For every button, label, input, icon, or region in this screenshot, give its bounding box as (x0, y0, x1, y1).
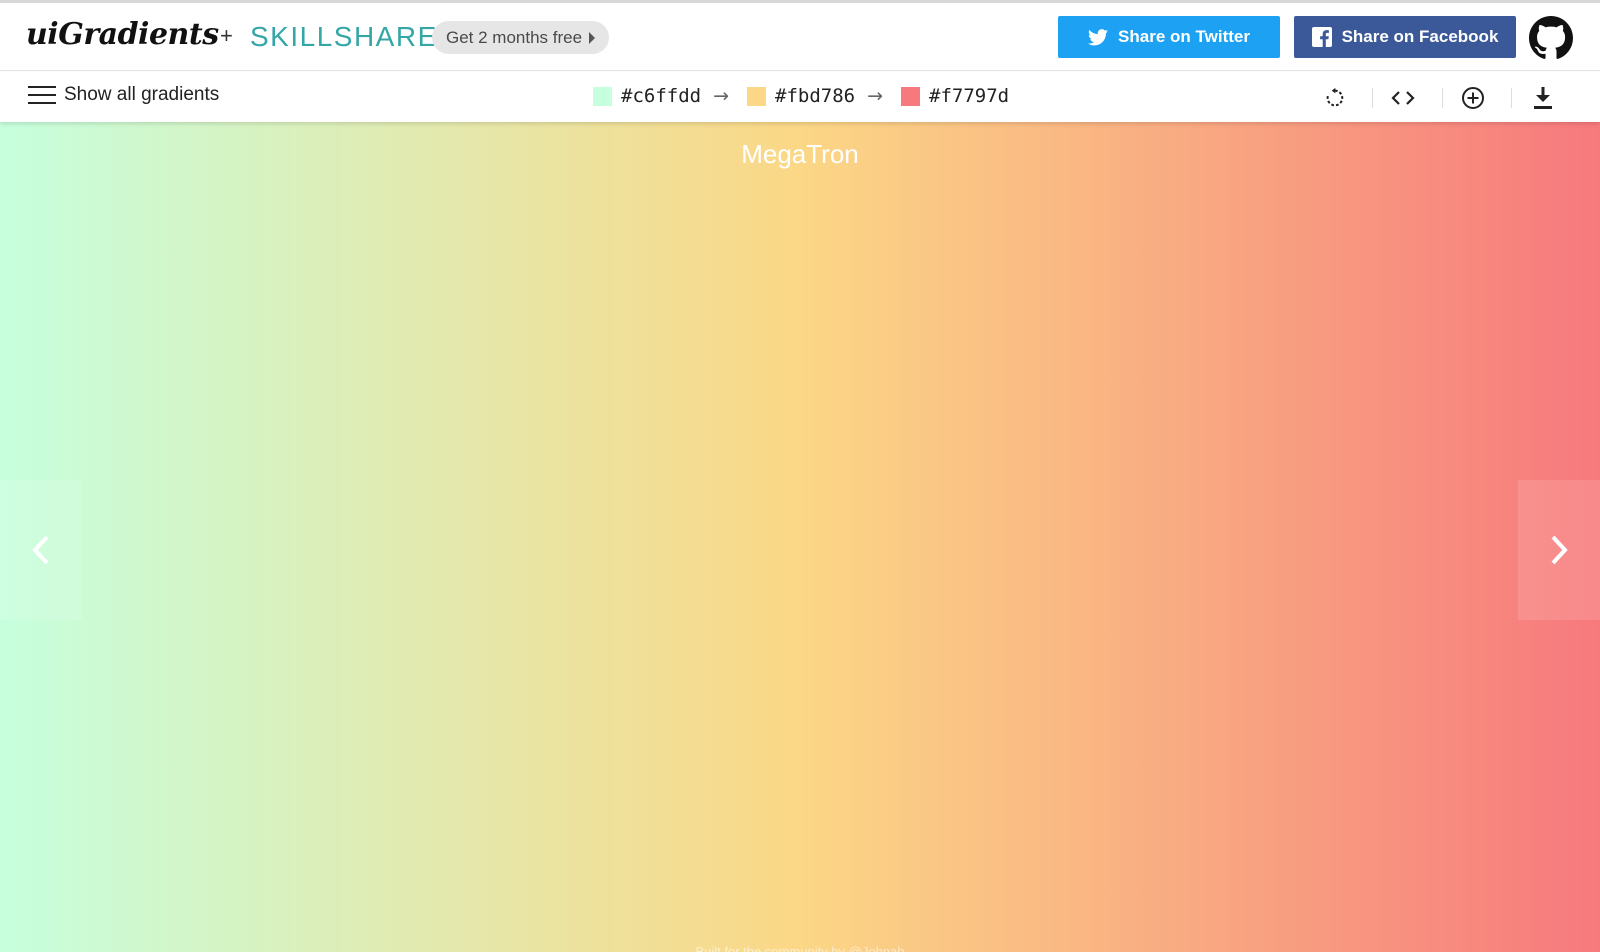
previous-gradient-button[interactable] (0, 480, 82, 620)
gradient-toolbar: Show all gradients #c6ffdd → #fbd786 → #… (0, 72, 1600, 122)
chevron-right-icon (1551, 535, 1568, 565)
plus-sign: + (220, 23, 233, 48)
facebook-icon (1311, 27, 1332, 47)
share-twitter-button[interactable]: Share on Twitter (1058, 16, 1280, 58)
uigradients-logo[interactable]: uiGradients (26, 17, 219, 52)
github-icon[interactable] (1529, 16, 1573, 60)
share-twitter-label: Share on Twitter (1118, 27, 1250, 46)
twitter-icon (1088, 28, 1109, 45)
color-code-3[interactable]: #f7797d (929, 85, 1009, 107)
show-all-gradients-button[interactable]: Show all gradients (28, 84, 219, 106)
rotate-icon (1326, 87, 1344, 107)
arrow-right-icon: → (713, 85, 729, 107)
download-gradient-button[interactable] (1529, 85, 1557, 111)
gradient-preview: MegaTron Built for the community by @Joh… (0, 122, 1600, 952)
top-header: uiGradients + SKILLSHARE Get 2 months fr… (0, 3, 1600, 71)
toolbar-divider (1442, 88, 1443, 108)
next-gradient-button[interactable] (1518, 480, 1600, 620)
promo-label: Get 2 months free (446, 28, 583, 47)
color-swatch-2[interactable] (747, 86, 766, 106)
rotate-gradient-button[interactable] (1320, 85, 1348, 111)
get-css-code-button[interactable] (1389, 85, 1417, 111)
arrow-right-icon: → (867, 85, 883, 107)
add-icon (1462, 87, 1484, 109)
toolbar-divider (1372, 88, 1373, 108)
skillshare-logo[interactable]: SKILLSHARE (250, 21, 438, 53)
download-icon (1534, 87, 1552, 109)
color-swatch-3[interactable] (901, 86, 920, 106)
add-gradient-button[interactable] (1459, 85, 1487, 111)
toolbar-divider (1511, 88, 1512, 108)
promo-button[interactable]: Get 2 months free (432, 21, 610, 54)
share-facebook-label: Share on Facebook (1341, 27, 1499, 46)
gradient-color-stops: #c6ffdd → #fbd786 → #f7797d (593, 85, 1021, 107)
code-icon (1391, 91, 1415, 105)
caret-right-icon (589, 31, 596, 44)
hamburger-menu-icon (28, 86, 56, 104)
gradient-name: MegaTron (741, 139, 859, 169)
color-swatch-1[interactable] (593, 86, 612, 106)
color-code-1[interactable]: #c6ffdd (621, 85, 701, 107)
share-facebook-button[interactable]: Share on Facebook (1294, 16, 1516, 58)
color-code-2[interactable]: #fbd786 (775, 85, 855, 107)
chevron-left-icon (32, 535, 49, 565)
footer-credit: Built for the community by @Johnab (695, 944, 905, 952)
show-all-label: Show all gradients (64, 84, 220, 105)
